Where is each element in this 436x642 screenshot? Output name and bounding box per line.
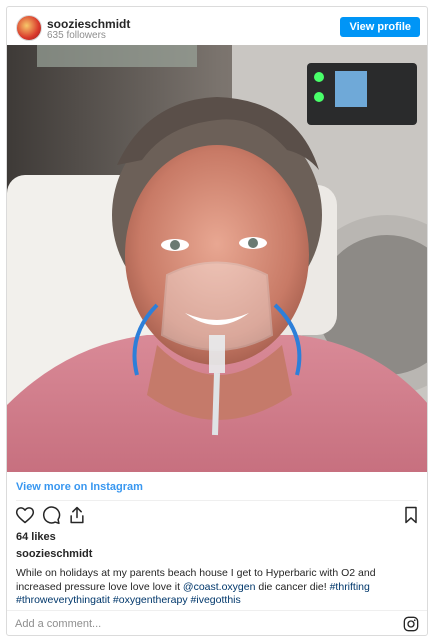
instagram-embed: soozieschmidt 635 followers View profile — [6, 6, 428, 636]
instagram-icon[interactable] — [403, 616, 419, 632]
divider — [16, 500, 418, 501]
hashtag-link[interactable]: #oxygentherapy — [113, 594, 188, 606]
username[interactable]: soozieschmidt — [47, 17, 130, 31]
hashtag-link[interactable]: #thrifting — [330, 581, 370, 593]
post-image[interactable] — [7, 45, 427, 472]
share-icon[interactable] — [67, 505, 87, 525]
action-bar — [15, 505, 421, 525]
comment-bar — [7, 610, 427, 635]
bookmark-icon[interactable] — [401, 505, 421, 525]
like-count[interactable]: 64 likes — [16, 531, 56, 543]
view-more-link[interactable]: View more on Instagram — [16, 481, 143, 493]
caption-text-2: die cancer die! — [255, 580, 330, 593]
hashtag-link[interactable]: #ivegotthis — [191, 594, 241, 606]
follower-count: 635 followers — [47, 30, 106, 41]
hashtag-link[interactable]: #throweverythingatit — [16, 594, 110, 606]
view-profile-button[interactable]: View profile — [340, 17, 420, 37]
mention-link[interactable]: @coast.oxygen — [183, 581, 256, 593]
comment-icon[interactable] — [41, 505, 61, 525]
comment-input[interactable] — [15, 616, 335, 632]
caption-username[interactable]: soozieschmidt — [16, 548, 92, 560]
avatar[interactable] — [16, 15, 42, 41]
caption: While on holidays at my parents beach ho… — [16, 567, 416, 608]
heart-icon[interactable] — [15, 505, 35, 525]
post-header: soozieschmidt 635 followers View profile — [7, 7, 427, 45]
